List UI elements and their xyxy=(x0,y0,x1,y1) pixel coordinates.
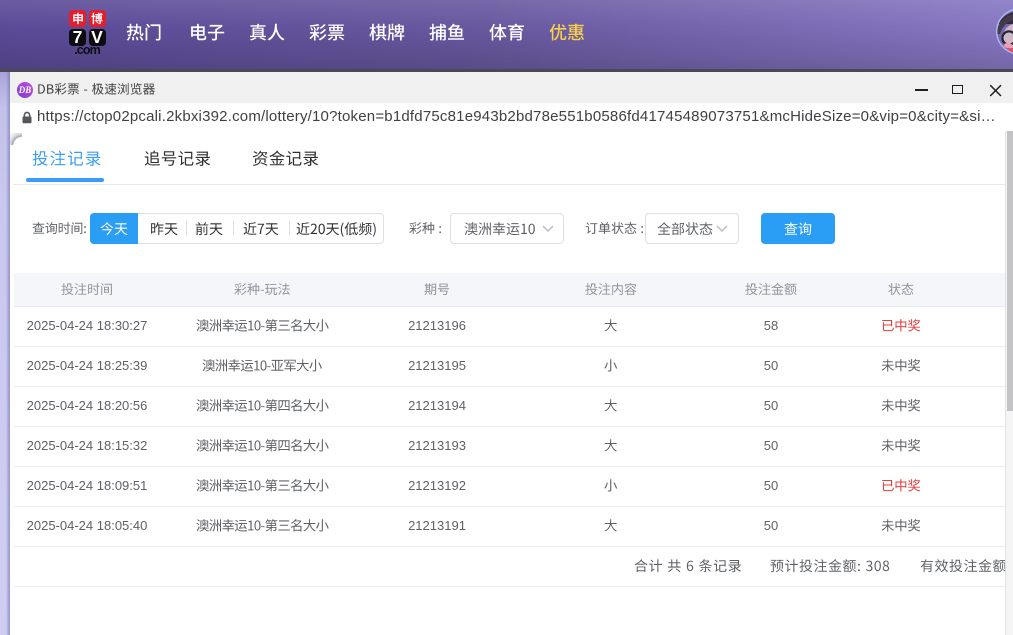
svg-text:DB: DB xyxy=(18,85,32,95)
